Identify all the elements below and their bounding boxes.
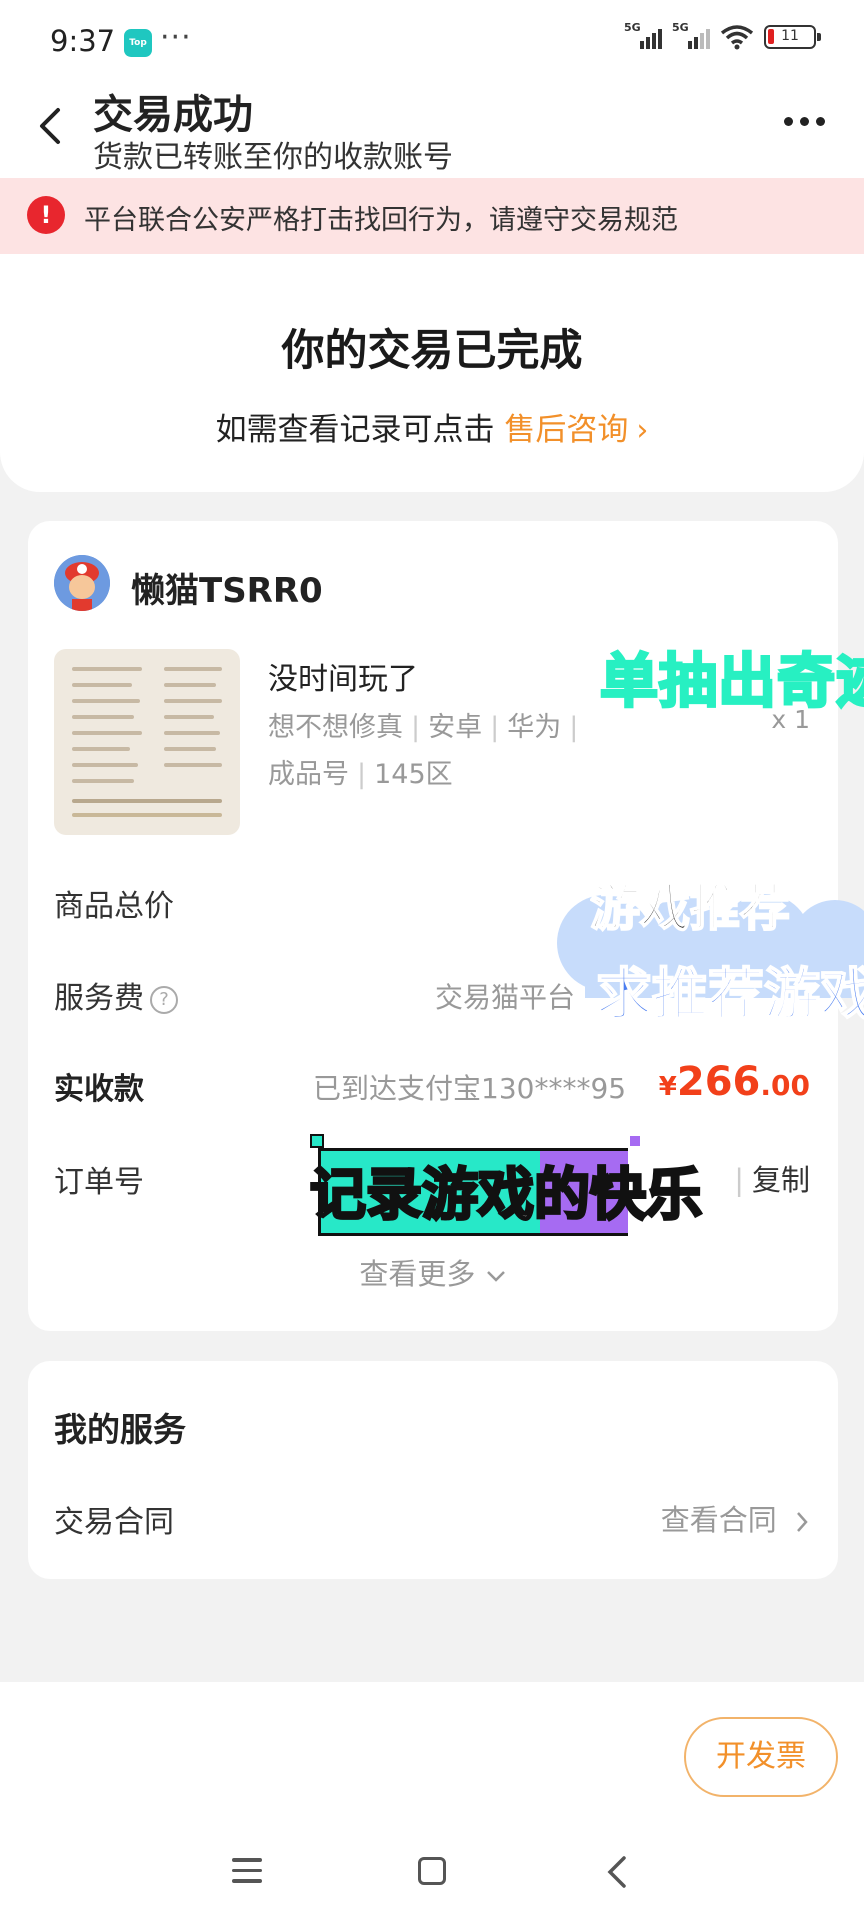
after-sales-link[interactable]: 售后咨询 bbox=[504, 412, 628, 448]
alert-icon: ! bbox=[27, 196, 65, 234]
page-subtitle: 货款已转账至你的收款账号 bbox=[93, 140, 453, 175]
chevron-right-icon: › bbox=[636, 413, 649, 448]
completion-title: 你的交易已完成 bbox=[281, 326, 583, 376]
more-options-button[interactable] bbox=[784, 106, 834, 136]
seller-name[interactable]: 懒猫TSRR0 bbox=[131, 563, 323, 612]
completion-panel: 你的交易已完成 如需查看记录可点击 售后咨询 › bbox=[0, 254, 864, 492]
completion-hint: 如需查看记录可点击 售后咨询 › bbox=[0, 404, 864, 449]
dot-icon bbox=[784, 116, 793, 126]
dot-icon bbox=[800, 116, 809, 126]
seller-avatar bbox=[54, 555, 110, 611]
completion-prompt: 如需查看记录可点击 bbox=[215, 412, 495, 448]
back-button[interactable] bbox=[28, 102, 76, 150]
status-icons: 5G 5G 11 bbox=[624, 21, 821, 50]
menu-nav-icon[interactable] bbox=[232, 1858, 262, 1884]
resize-handle bbox=[628, 1134, 642, 1148]
warning-banner: ! 平台联合公安严格打击找回行为，请遵守交易规范 bbox=[0, 178, 864, 254]
service-fee-label: 服务费? bbox=[54, 973, 178, 1017]
view-more-button[interactable]: 查看更多 bbox=[28, 1251, 838, 1293]
dot-icon bbox=[816, 116, 825, 126]
back-nav-icon[interactable] bbox=[600, 1852, 636, 1892]
status-time: 9:37 bbox=[50, 24, 116, 58]
signal-icon: 5G bbox=[624, 21, 662, 49]
overlay-text-blue: 求推荐游戏 bbox=[596, 962, 864, 1029]
contract-label: 交易合同 bbox=[54, 1505, 174, 1540]
chevron-down-icon bbox=[486, 1271, 505, 1282]
overlay-text-dark: 游戏推荐 bbox=[590, 878, 791, 938]
total-price-label: 商品总价 bbox=[54, 889, 174, 924]
product-tags: 想不想修真 | 安卓 | 华为 | bbox=[268, 712, 579, 743]
caption-text: 记录游戏的快乐 bbox=[309, 1162, 704, 1230]
avatar-icon bbox=[54, 555, 110, 611]
view-contract-link[interactable]: 查看合同 bbox=[661, 1497, 810, 1539]
battery-icon: 11 bbox=[764, 25, 821, 49]
wifi-icon bbox=[720, 25, 754, 50]
received-amount: ¥266.00 bbox=[658, 1059, 810, 1105]
resize-handle bbox=[310, 1134, 324, 1148]
help-icon[interactable]: ? bbox=[150, 985, 178, 1014]
order-number-label: 订单号 bbox=[54, 1165, 144, 1200]
services-title: 我的服务 bbox=[54, 1410, 186, 1449]
app-notification-icon: Top bbox=[124, 29, 152, 57]
signal-icon-2: 5G bbox=[672, 21, 710, 49]
chevron-right-icon bbox=[797, 1512, 808, 1532]
status-bar: 9:37 Top ··· 5G 5G 11 bbox=[0, 0, 864, 82]
invoice-button[interactable]: 开发票 bbox=[684, 1717, 838, 1797]
home-nav-icon[interactable] bbox=[418, 1857, 446, 1885]
product-tags-2: 成品号 | 145区 bbox=[268, 759, 453, 790]
bottom-bar: 开发票 bbox=[0, 1682, 864, 1920]
received-note: 已到达支付宝130****95 bbox=[313, 1072, 627, 1105]
copy-button[interactable]: | 复制 bbox=[726, 1157, 810, 1199]
my-services-card: 我的服务 交易合同 查看合同 bbox=[28, 1361, 838, 1579]
product-thumbnail[interactable] bbox=[54, 649, 240, 835]
product-title: 没时间玩了 bbox=[268, 662, 418, 697]
warning-text: 平台联合公安严格打击找回行为，请遵守交易规范 bbox=[84, 205, 678, 236]
header: 交易成功 货款已转账至你的收款账号 bbox=[0, 82, 864, 178]
overlay-text-green: 单抽出奇迹 bbox=[600, 646, 864, 717]
received-amount-label: 实收款 bbox=[54, 1072, 144, 1107]
more-notifications-icon: ··· bbox=[160, 20, 192, 55]
